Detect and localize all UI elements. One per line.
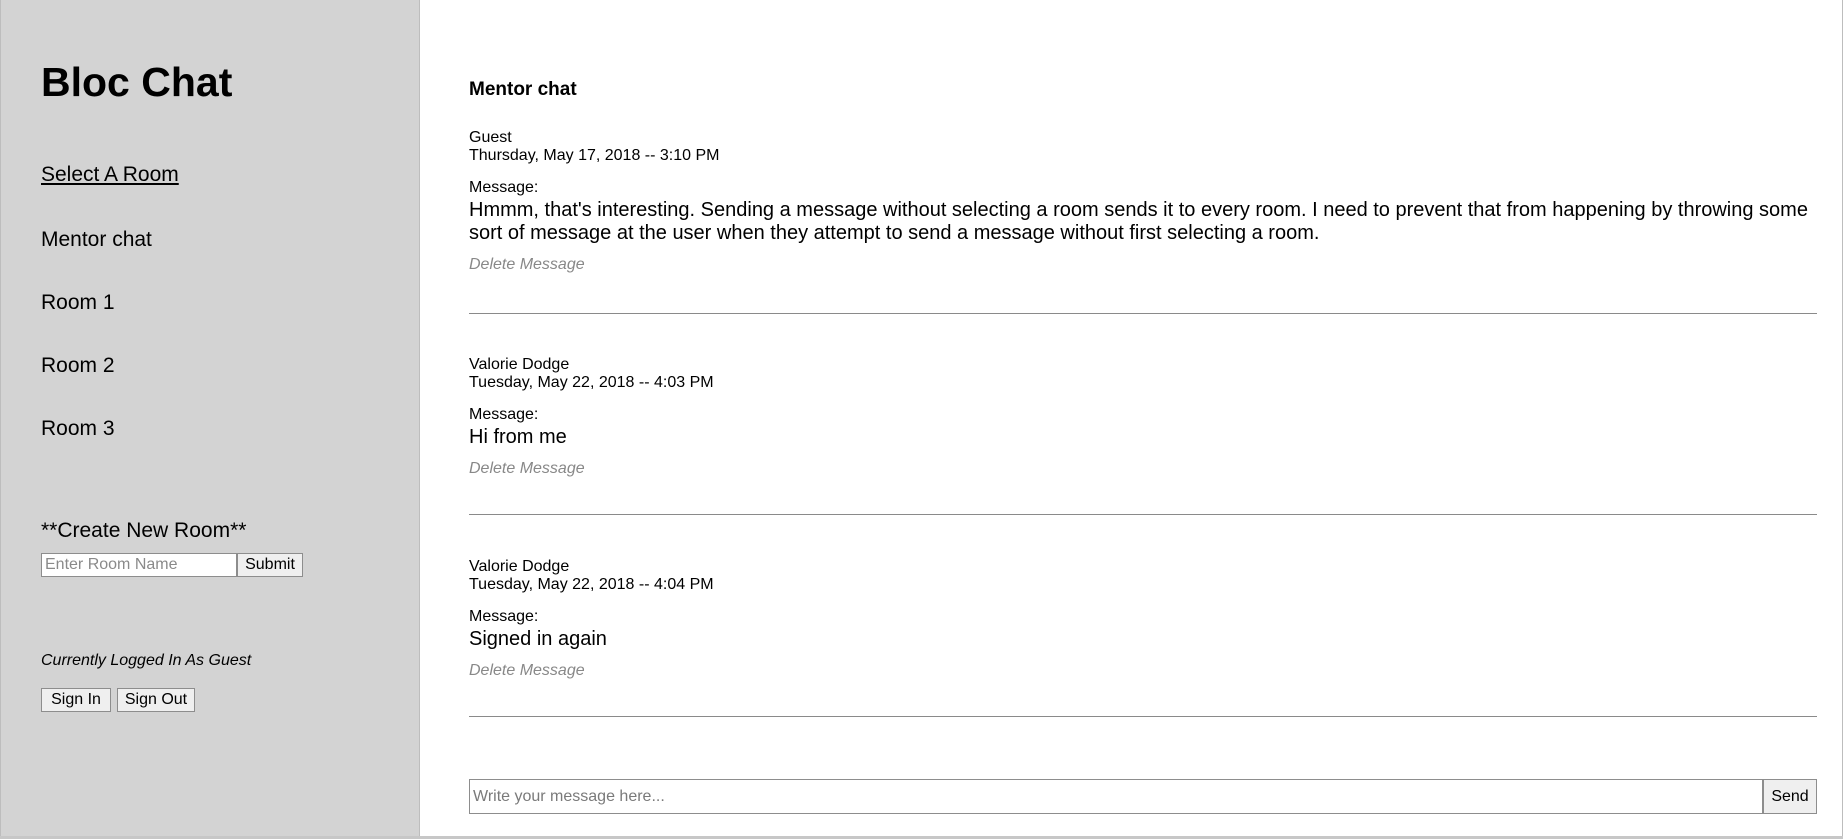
chat-panel: Mentor chat Guest Thursday, May 17, 2018… bbox=[469, 0, 1817, 836]
message-input[interactable] bbox=[469, 779, 1763, 814]
message-username: Guest bbox=[469, 129, 512, 146]
message-label: Message: bbox=[469, 179, 539, 196]
message-divider bbox=[469, 514, 1817, 515]
message-content: Signed in again bbox=[469, 628, 607, 650]
submit-room-button[interactable]: Submit bbox=[237, 553, 303, 577]
app-window: Bloc Chat Select A Room Mentor chat Room… bbox=[0, 0, 1843, 839]
room-item-mentor-chat[interactable]: Mentor chat bbox=[41, 227, 152, 253]
message-timestamp: Tuesday, May 22, 2018 -- 4:03 PM bbox=[469, 374, 714, 391]
delete-message-link[interactable]: Delete Message bbox=[469, 662, 1817, 680]
delete-message-link[interactable]: Delete Message bbox=[469, 256, 1817, 274]
message-timestamp: Thursday, May 17, 2018 -- 3:10 PM bbox=[469, 147, 720, 164]
room-item-room-2[interactable]: Room 2 bbox=[41, 353, 115, 379]
login-status: Currently Logged In As Guest bbox=[41, 652, 252, 669]
message-composer: Send bbox=[469, 779, 1817, 814]
room-title: Mentor chat bbox=[469, 79, 577, 100]
message-content: Hi from me bbox=[469, 426, 567, 448]
delete-message-link[interactable]: Delete Message bbox=[469, 460, 1817, 478]
sidebar: Bloc Chat Select A Room Mentor chat Room… bbox=[0, 0, 420, 836]
room-name-input[interactable] bbox=[41, 553, 237, 577]
message-label: Message: bbox=[469, 608, 539, 625]
message-username: Valorie Dodge bbox=[469, 558, 570, 575]
send-button[interactable]: Send bbox=[1763, 779, 1817, 814]
message-label: Message: bbox=[469, 406, 539, 423]
room-item-room-3[interactable]: Room 3 bbox=[41, 416, 115, 442]
room-item-room-1[interactable]: Room 1 bbox=[41, 290, 115, 316]
sign-out-button[interactable]: Sign Out bbox=[117, 688, 195, 712]
message-item: Guest Thursday, May 17, 2018 -- 3:10 PM … bbox=[469, 129, 1817, 314]
app-title: Bloc Chat bbox=[41, 59, 233, 105]
message-divider bbox=[469, 716, 1817, 717]
message-item: Valorie Dodge Tuesday, May 22, 2018 -- 4… bbox=[469, 356, 1817, 515]
create-room-label: **Create New Room** bbox=[41, 519, 247, 542]
message-timestamp: Tuesday, May 22, 2018 -- 4:04 PM bbox=[469, 576, 714, 593]
sign-in-button[interactable]: Sign In bbox=[41, 688, 111, 712]
message-content: Hmmm, that's interesting. Sending a mess… bbox=[469, 199, 1808, 244]
message-item: Valorie Dodge Tuesday, May 22, 2018 -- 4… bbox=[469, 558, 1817, 717]
select-room-link[interactable]: Select A Room bbox=[41, 163, 179, 187]
message-divider bbox=[469, 313, 1817, 314]
message-username: Valorie Dodge bbox=[469, 356, 570, 373]
